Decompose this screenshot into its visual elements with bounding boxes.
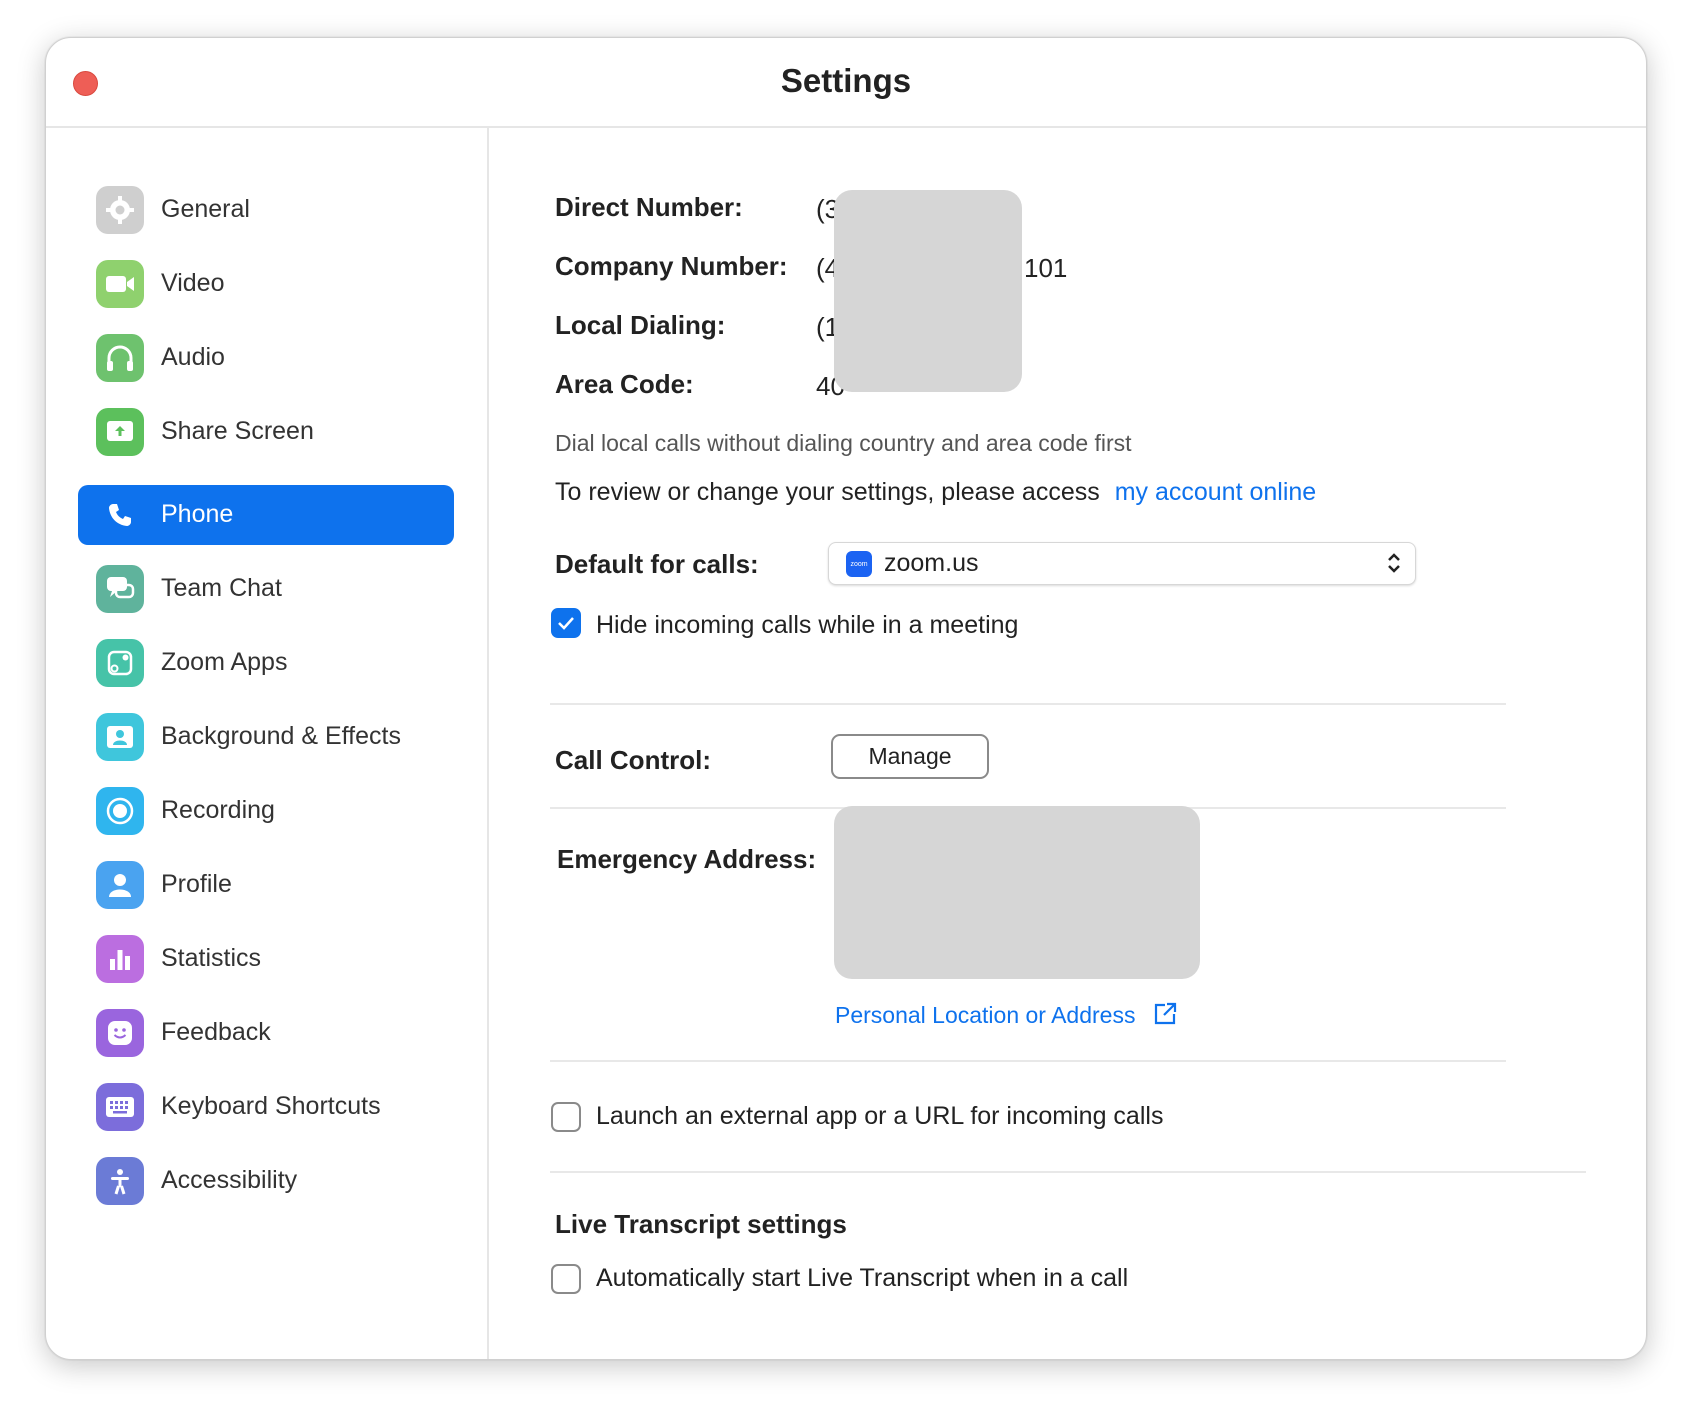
sidebar-item-label: Profile — [161, 870, 232, 898]
sidebar-item-label: Audio — [161, 343, 225, 371]
sidebar-item-recording[interactable]: Recording — [78, 781, 454, 841]
divider — [550, 1060, 1506, 1062]
launch-external-checkbox[interactable] — [551, 1102, 581, 1132]
local-dialing-label: Local Dialing: — [555, 310, 726, 340]
sidebar-item-label: Phone — [161, 500, 234, 528]
keyboard-icon — [96, 1083, 144, 1131]
settings-window: Settings General Video Audio Share Scree… — [45, 37, 1647, 1360]
sidebar-item-label: Keyboard Shortcuts — [161, 1092, 381, 1120]
title-bar: Settings — [46, 38, 1646, 128]
sidebar-item-label: Statistics — [161, 944, 262, 972]
smiley-icon — [96, 1009, 144, 1057]
review-settings-label: To review or change your settings, pleas… — [555, 478, 1100, 506]
company-number-extension: 101 — [1024, 253, 1068, 283]
sidebar-item-general[interactable]: General — [78, 180, 454, 240]
sidebar-item-zoom-apps[interactable]: Zoom Apps — [78, 633, 454, 693]
sidebar-item-audio[interactable]: Audio — [78, 328, 454, 388]
sidebar-item-label: Feedback — [161, 1018, 271, 1046]
call-control-label: Call Control: — [555, 745, 711, 775]
video-camera-icon — [96, 260, 144, 308]
sidebar-item-label: Recording — [161, 796, 275, 824]
sidebar-item-team-chat[interactable]: Team Chat — [78, 559, 454, 619]
phone-settings-panel: Direct Number: (3 Company Number: (4 101… — [489, 128, 1646, 1359]
sidebar-item-keyboard-shortcuts[interactable]: Keyboard Shortcuts — [78, 1077, 454, 1137]
sidebar-item-profile[interactable]: Profile — [78, 855, 454, 915]
account-online-link[interactable]: my account online — [1115, 478, 1317, 506]
sidebar-item-share-screen[interactable]: Share Screen — [78, 402, 454, 462]
area-code-label: Area Code: — [555, 369, 694, 399]
sidebar-item-label: Share Screen — [161, 417, 314, 445]
sidebar-item-label: Zoom Apps — [161, 648, 288, 676]
background-person-icon — [96, 713, 144, 761]
accessibility-icon — [96, 1157, 144, 1205]
headphones-icon — [96, 334, 144, 382]
sidebar-item-phone[interactable]: Phone — [78, 485, 454, 545]
person-icon — [96, 861, 144, 909]
sidebar-item-label: General — [161, 195, 250, 223]
hide-incoming-checkbox[interactable] — [551, 608, 581, 638]
apps-icon — [96, 639, 144, 687]
chat-icon — [96, 565, 144, 613]
default-calls-value: zoom.us — [884, 549, 979, 577]
sidebar-item-label: Accessibility — [161, 1166, 298, 1194]
select-arrows-icon — [1388, 553, 1400, 573]
redacted-phone-numbers — [834, 190, 1022, 392]
divider — [550, 703, 1506, 705]
sidebar-item-label: Background & Effects — [161, 722, 401, 750]
personal-location-link-label: Personal Location or Address — [835, 1002, 1136, 1028]
default-calls-label: Default for calls: — [555, 549, 759, 579]
live-transcript-heading: Live Transcript settings — [555, 1209, 847, 1239]
divider — [550, 1171, 1586, 1173]
manage-button[interactable]: Manage — [831, 734, 989, 779]
sidebar-item-label: Video — [161, 269, 225, 297]
settings-sidebar: General Video Audio Share Screen Phone T… — [46, 128, 489, 1359]
sidebar-item-accessibility[interactable]: Accessibility — [78, 1151, 454, 1211]
sidebar-item-video[interactable]: Video — [78, 254, 454, 314]
zoom-app-icon: zoom — [846, 551, 872, 577]
hide-incoming-label: Hide incoming calls while in a meeting — [596, 611, 1019, 639]
sidebar-item-background-effects[interactable]: Background & Effects — [78, 707, 454, 767]
sidebar-item-label: Team Chat — [161, 574, 282, 602]
sidebar-item-statistics[interactable]: Statistics — [78, 929, 454, 989]
bar-chart-icon — [96, 935, 144, 983]
personal-location-link[interactable]: Personal Location or Address — [835, 1001, 1178, 1029]
local-dialing-description: Dial local calls without dialing country… — [555, 430, 1132, 456]
launch-external-label: Launch an external app or a URL for inco… — [596, 1102, 1164, 1130]
auto-transcript-label: Automatically start Live Transcript when… — [596, 1264, 1129, 1292]
auto-transcript-checkbox[interactable] — [551, 1264, 581, 1294]
window-title: Settings — [780, 62, 912, 99]
sidebar-item-feedback[interactable]: Feedback — [78, 1003, 454, 1063]
emergency-address-label: Emergency Address: — [557, 844, 817, 874]
redacted-emergency-address — [834, 806, 1200, 979]
default-calls-select[interactable]: zoom zoom.us — [828, 542, 1416, 585]
record-icon — [96, 787, 144, 835]
review-settings-text: To review or change your settings, pleas… — [555, 478, 1316, 507]
direct-number-label: Direct Number: — [555, 192, 743, 222]
phone-icon — [96, 491, 144, 539]
share-screen-icon — [96, 408, 144, 456]
checkmark-icon — [558, 617, 574, 630]
external-link-icon — [1154, 1002, 1176, 1025]
gear-icon — [96, 186, 144, 234]
company-number-label: Company Number: — [555, 251, 788, 281]
